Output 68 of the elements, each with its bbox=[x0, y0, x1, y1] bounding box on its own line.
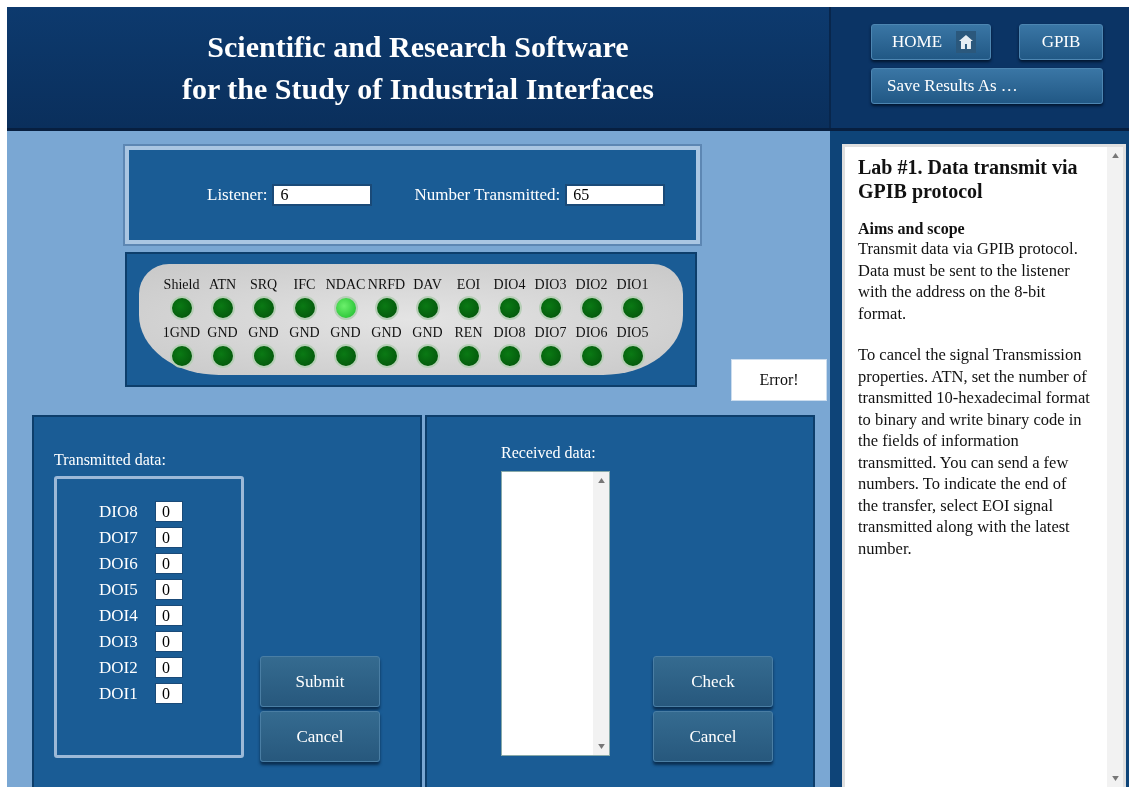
pin-label: DIO5 bbox=[616, 324, 649, 341]
pin-label: GND bbox=[207, 324, 238, 341]
bit-label: DIO8 bbox=[99, 501, 139, 522]
pin-label: REN bbox=[454, 324, 483, 341]
listener-field[interactable]: 6 bbox=[272, 184, 373, 206]
bit-field[interactable]: 0 bbox=[155, 657, 183, 678]
home-button[interactable]: HOME bbox=[871, 24, 991, 60]
bit-label: DOI6 bbox=[99, 553, 139, 574]
pin-label: DAV bbox=[413, 276, 442, 293]
pin-label: NRFD bbox=[367, 276, 406, 293]
pin-label: DIO2 bbox=[575, 276, 608, 293]
listener-label: Listener: bbox=[207, 185, 268, 205]
bit-field[interactable]: 0 bbox=[155, 683, 183, 704]
pin-label: GND bbox=[248, 324, 279, 341]
save-results-button[interactable]: Save Results As … bbox=[871, 68, 1103, 104]
pin-label: EOI bbox=[456, 276, 481, 293]
bit-field[interactable]: 0 bbox=[155, 605, 183, 626]
pin-label: 1GND bbox=[162, 324, 201, 341]
bit-label: DOI4 bbox=[99, 605, 139, 626]
pin-label: IFC bbox=[293, 276, 316, 293]
pin-label: SRQ bbox=[249, 276, 278, 293]
bit-label: DOI1 bbox=[99, 683, 139, 704]
transmitted-title: Transmitted data: bbox=[54, 450, 167, 470]
number-field[interactable]: 65 bbox=[565, 184, 666, 206]
bit-field[interactable]: 0 bbox=[155, 527, 183, 548]
gpib-button[interactable]: GPIB bbox=[1019, 24, 1103, 60]
action-button[interactable]: Cancel bbox=[653, 711, 773, 762]
scroll-up-icon[interactable] bbox=[1111, 153, 1119, 158]
pin-label: NDAC bbox=[325, 276, 366, 293]
pin-label: GND bbox=[289, 324, 320, 341]
bit-field[interactable]: 0 bbox=[155, 553, 183, 574]
scroll-down-icon[interactable] bbox=[597, 744, 605, 749]
bit-label: DOI5 bbox=[99, 579, 139, 600]
pin-label: DIO8 bbox=[493, 324, 526, 341]
pin-label: GND bbox=[330, 324, 361, 341]
error-indicator: Error! bbox=[731, 359, 827, 401]
action-button[interactable]: Submit bbox=[260, 656, 380, 707]
number-label: Number Transmitted: bbox=[414, 185, 561, 205]
bit-field[interactable]: 0 bbox=[155, 631, 183, 652]
action-button[interactable]: Cancel bbox=[260, 711, 380, 762]
pin-label: GND bbox=[371, 324, 402, 341]
received-title: Received data: bbox=[501, 443, 597, 463]
received-list[interactable] bbox=[501, 471, 610, 756]
app-title: Scientific and Research Software bbox=[207, 28, 629, 65]
pin-label: GND bbox=[412, 324, 443, 341]
bit-field[interactable]: 0 bbox=[155, 579, 183, 600]
pin-label: DIO7 bbox=[534, 324, 567, 341]
bit-label: DOI3 bbox=[99, 631, 139, 652]
scrollbar[interactable] bbox=[1107, 147, 1123, 787]
app-title: for the Study of Industrial Interfaces bbox=[182, 70, 654, 107]
house-icon bbox=[956, 31, 976, 53]
pin-label: ATN bbox=[208, 276, 237, 293]
scroll-down-icon[interactable] bbox=[1111, 776, 1119, 781]
pin-label: DIO3 bbox=[534, 276, 567, 293]
lab-title: Lab #1. Data transmit via GPIB protocol bbox=[858, 155, 1079, 203]
section-heading: Aims and scope bbox=[858, 220, 966, 238]
pin-label: DIO6 bbox=[575, 324, 608, 341]
pin-label: DIO1 bbox=[616, 276, 649, 293]
bit-label: DOI7 bbox=[99, 527, 139, 548]
paragraph: Transmit data via GPIB protocol. Data must be sent to the listener with the address on the 8-bit format. bbox=[858, 238, 1079, 324]
pin-label: Shield bbox=[163, 276, 200, 293]
scroll-up-icon[interactable] bbox=[597, 478, 605, 483]
action-button[interactable]: Check bbox=[653, 656, 773, 707]
bit-field[interactable]: 0 bbox=[155, 501, 183, 522]
scrollbar[interactable] bbox=[593, 472, 609, 755]
pin-label: DIO4 bbox=[493, 276, 526, 293]
bit-label: DOI2 bbox=[99, 657, 139, 678]
paragraph: To cancel the signal Transmission properties. ATN, set the number of transmitted 10-hexadecimal format to binary and write binary code in the fields of information transmitted. You can send a few numbers. To indicate the end of the transfer, select EOI signal transmitted along with the latest number. bbox=[858, 344, 1090, 559]
